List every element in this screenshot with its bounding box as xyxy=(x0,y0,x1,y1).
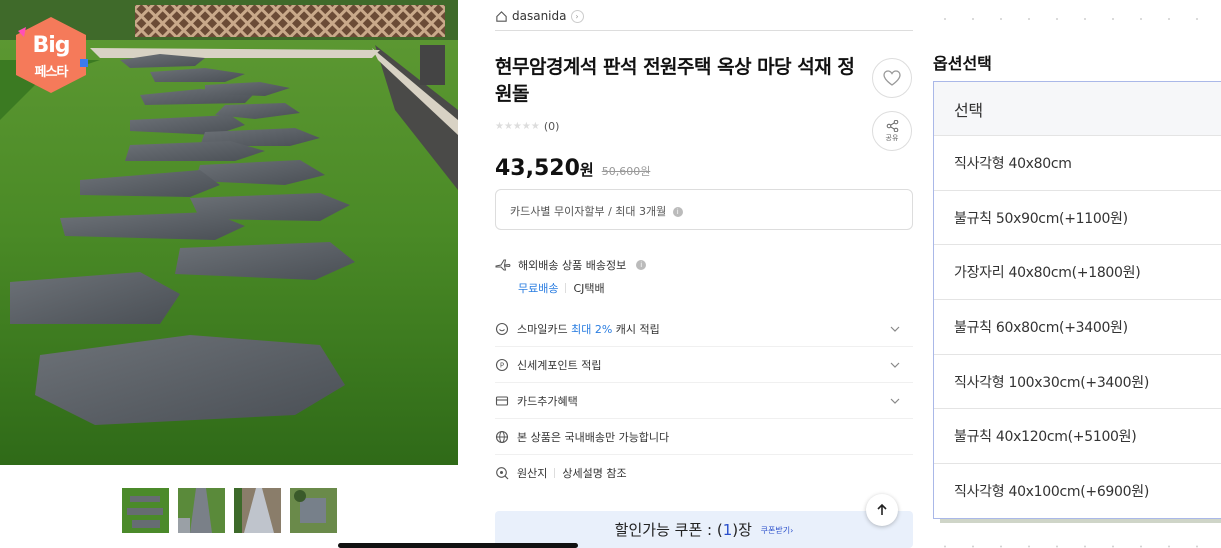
thumbnail-image xyxy=(290,488,337,533)
hidden-content-edge xyxy=(940,519,1221,523)
brand-link[interactable]: dasanida › xyxy=(495,9,584,23)
home-indicator xyxy=(338,543,578,548)
shipping-label: 해외배송 상품 배송정보 xyxy=(518,259,627,272)
price-row: 43,520원 50,600원 xyxy=(495,156,650,181)
benefit-card-extra[interactable]: 카드추가혜택 xyxy=(495,383,913,419)
thumbnail-image xyxy=(178,488,225,533)
info-icon[interactable]: i xyxy=(636,260,647,270)
benefit-text: 카드추가혜택 xyxy=(517,394,578,408)
chevron-right-icon: › xyxy=(570,9,584,23)
point-icon: P xyxy=(495,358,509,371)
credit-card-icon xyxy=(495,395,509,406)
thumbnail-4[interactable] xyxy=(290,488,337,533)
share-button[interactable]: 공유 xyxy=(872,111,912,151)
thumbnail-2[interactable] xyxy=(178,488,225,533)
notice-text: 본 상품은 국내배송만 가능합니다 xyxy=(517,430,670,444)
badge-line1: Big xyxy=(32,33,70,58)
option-item[interactable]: 불규칙 50x90cm(+1100원) xyxy=(934,191,1221,246)
benefit-text: 신세계포인트 적립 xyxy=(517,358,602,372)
option-item[interactable]: 가장자리 40x80cm(+1800원) xyxy=(934,245,1221,301)
badge-line2: 페스타 xyxy=(34,65,69,80)
globe-icon xyxy=(495,430,509,443)
option-item[interactable]: 직사각형 100x30cm(+3400원) xyxy=(934,355,1221,410)
wishlist-button[interactable] xyxy=(872,58,912,98)
option-dropdown-list[interactable]: 선택 직사각형 40x80cm 불규칙 50x90cm(+1100원) 가장자리… xyxy=(933,81,1221,519)
option-placeholder[interactable]: 선택 xyxy=(934,82,1221,136)
airplane-icon xyxy=(495,259,511,271)
divider xyxy=(565,283,567,293)
home-icon xyxy=(496,10,507,22)
star-rating-icon: ★★★★★ xyxy=(495,121,540,132)
divider xyxy=(554,468,556,478)
coupon-suffix: )장 xyxy=(732,521,752,539)
option-item[interactable]: 직사각형 40x80cm xyxy=(934,136,1221,191)
chevron-down-icon xyxy=(890,362,900,368)
arrow-up-icon xyxy=(877,503,887,515)
original-price: 50,600원 xyxy=(601,165,651,178)
benefit-text: 스마일카드 최대 2% 캐시 적립 xyxy=(517,322,660,336)
thumbnail-image xyxy=(122,488,169,533)
option-item[interactable]: 불규칙 60x80cm(+3400원) xyxy=(934,300,1221,355)
product-title: 현무암경계석 판석 전원주택 옥상 마당 석재 정원돌 xyxy=(495,56,855,105)
smile-icon xyxy=(495,322,509,335)
thumbnail-1[interactable] xyxy=(122,488,169,533)
share-label: 공유 xyxy=(885,133,899,142)
coupon-download-link[interactable]: 쿠폰받기› xyxy=(761,526,794,535)
coupon-count: 1 xyxy=(722,521,733,539)
share-icon xyxy=(886,119,898,132)
option-section-title: 옵션선택 xyxy=(933,54,992,73)
origin-label: 원산지 xyxy=(517,467,548,480)
thumbnail-strip xyxy=(122,488,337,533)
installment-info[interactable]: 카드사별 무이자할부 / 최대 3개월 i xyxy=(495,189,913,230)
origin-info: 원산지 상세설명 참조 xyxy=(495,455,913,491)
product-main-image[interactable]: Big 페스타 xyxy=(0,0,458,465)
sale-price: 43,520 xyxy=(495,156,580,181)
origin-value: 상세설명 참조 xyxy=(562,467,627,480)
rating[interactable]: ★★★★★ (0) xyxy=(495,120,559,133)
coupon-prefix: 할인가능 쿠폰 : ( xyxy=(614,521,723,539)
domestic-shipping-notice: 본 상품은 국내배송만 가능합니다 xyxy=(495,419,913,455)
price-unit: 원 xyxy=(579,161,594,179)
installment-text: 카드사별 무이자할부 / 최대 3개월 xyxy=(510,205,667,218)
free-shipping: 무료배송 xyxy=(518,282,559,295)
benefit-smilecard[interactable]: 스마일카드 최대 2% 캐시 적립 xyxy=(495,311,913,347)
heart-icon xyxy=(883,70,901,86)
chevron-down-icon xyxy=(890,326,900,332)
brand-name: dasanida xyxy=(512,9,567,23)
dotted-divider xyxy=(944,18,1198,20)
scroll-to-top-button[interactable] xyxy=(866,494,898,526)
divider xyxy=(495,30,913,31)
option-item[interactable]: 직사각형 40x100cm(+6900원) xyxy=(934,464,1221,518)
carrier-name: CJ택배 xyxy=(573,282,605,295)
magnifier-icon xyxy=(496,467,509,480)
chevron-down-icon xyxy=(890,398,900,404)
info-icon[interactable]: i xyxy=(672,207,683,217)
review-count: (0) xyxy=(543,120,560,133)
option-item[interactable]: 불규칙 40x120cm(+5100원) xyxy=(934,409,1221,465)
svg-text:P: P xyxy=(500,361,504,369)
shipping-info: 해외배송 상품 배송정보 i 무료배송 CJ택배 xyxy=(495,257,647,296)
product-info-panel: dasanida › 현무암경계석 판석 전원주택 옥상 마당 석재 정원돌 공… xyxy=(495,0,913,548)
thumbnail-image xyxy=(234,488,281,533)
big-festa-badge: Big 페스타 xyxy=(12,15,90,95)
thumbnail-3[interactable] xyxy=(234,488,281,533)
benefit-shinsegae-point[interactable]: P 신세계포인트 적립 xyxy=(495,347,913,383)
